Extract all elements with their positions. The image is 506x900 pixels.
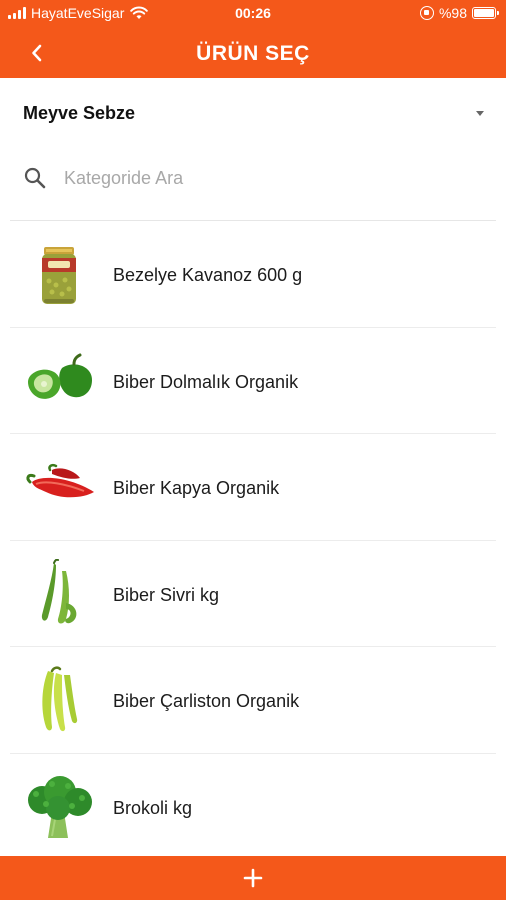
green-bell-pepper-image	[28, 353, 92, 399]
status-right: %98	[419, 5, 499, 21]
product-name: Biber Sivri kg	[113, 584, 220, 605]
app-header: HayatEveSigar 00:26 %98 ÜRÜN SEÇ	[0, 0, 506, 78]
broccoli-image	[28, 775, 92, 838]
battery-fill	[474, 9, 494, 17]
product-name: Biber Çarliston Organik	[113, 691, 300, 711]
caret-down-icon	[476, 111, 484, 116]
add-product-button[interactable]	[0, 856, 506, 900]
category-selected-label: Meyve Sebze	[23, 103, 136, 123]
category-search	[10, 152, 496, 204]
green-chili-pepper-image	[41, 558, 77, 623]
product-row[interactable]: Biber Kapya Organik	[0, 434, 506, 541]
plus-icon	[243, 868, 263, 888]
pea-jar-image	[42, 247, 76, 304]
category-dropdown[interactable]: Meyve Sebze	[0, 90, 506, 136]
product-name: Biber Dolmalık Organik	[113, 371, 299, 392]
product-name: Biber Kapya Organik	[113, 478, 280, 498]
rotation-lock-icon	[419, 6, 434, 20]
product-row[interactable]: Biber Çarliston Organik	[0, 647, 506, 754]
status-bar: HayatEveSigar 00:26 %98	[0, 0, 506, 28]
charleston-pepper-image	[42, 666, 78, 732]
search-icon	[24, 167, 46, 189]
battery-icon	[472, 7, 499, 19]
red-kapya-pepper-image	[26, 463, 94, 498]
product-row[interactable]: Bezelye Kavanoz 600 g	[0, 221, 506, 328]
product-row[interactable]: Biber Dolmalık Organik	[0, 328, 506, 434]
search-input[interactable]	[64, 162, 484, 194]
product-row[interactable]: Biber Sivri kg	[0, 541, 506, 647]
product-row[interactable]: Brokoli kg	[0, 754, 506, 860]
product-name: Brokoli kg	[113, 797, 193, 818]
product-list: Bezelye Kavanoz 600 g Biber Dolmalık Org…	[0, 221, 506, 860]
page-title: ÜRÜN SEÇ	[196, 42, 310, 65]
nav-bar: ÜRÜN SEÇ	[0, 28, 506, 78]
battery-percent: %98	[438, 5, 467, 21]
product-name: Bezelye Kavanoz 600 g	[113, 265, 303, 285]
